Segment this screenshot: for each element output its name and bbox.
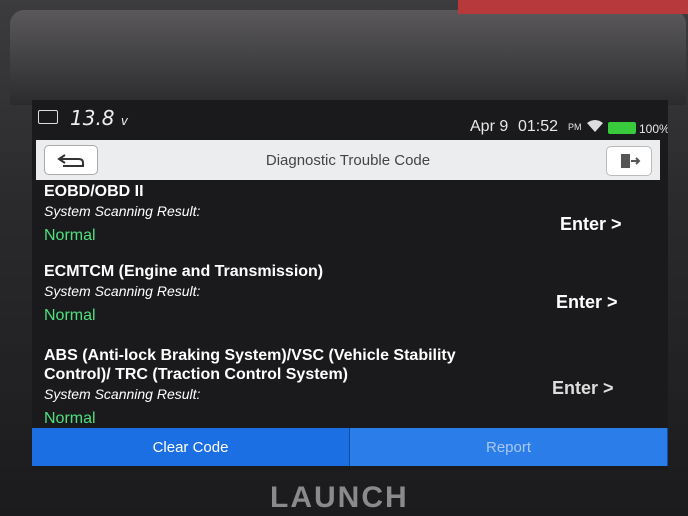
screen: 13.8 v Apr 9 01:52 PM 100% Diagnostic Tr… <box>32 100 668 470</box>
status-date: Apr 9 <box>470 118 509 135</box>
exit-icon <box>621 154 641 168</box>
system-name: ABS (Anti-lock Braking System)/VSC (Vehi… <box>44 347 456 383</box>
system-name: EOBD/OBD II <box>44 183 144 200</box>
footer-bar: Clear Code Report <box>32 428 668 466</box>
obd-battery-icon <box>38 110 58 124</box>
clear-code-button[interactable]: Clear Code <box>32 428 350 466</box>
enter-button-abs[interactable]: Enter > <box>552 378 614 399</box>
title-bar: Diagnostic Trouble Code <box>36 140 660 180</box>
tablet-device: 13.8 v Apr 9 01:52 PM 100% Diagnostic Tr… <box>0 0 688 516</box>
brand-logo: LAUNCH <box>270 481 409 514</box>
status-ampm: PM <box>568 122 582 132</box>
status-time: 01:52 <box>518 118 559 135</box>
battery-percent: 100% <box>639 122 668 136</box>
battery-voltage: 13.8 v <box>70 106 128 130</box>
scan-result-label: System Scanning Result: <box>44 386 201 402</box>
list-item: ABS (Anti-lock Braking System)/VSC (Vehi… <box>44 346 524 428</box>
scan-status: Normal <box>44 410 96 427</box>
system-name: ECMTCM (Engine and Transmission) <box>44 263 324 280</box>
report-button[interactable]: Report <box>350 428 668 466</box>
exit-button[interactable] <box>606 146 652 176</box>
device-bezel-top <box>10 10 686 105</box>
device-red-edge <box>458 0 688 14</box>
wifi-icon <box>587 120 603 132</box>
battery-icon <box>608 122 636 134</box>
page-title: Diagnostic Trouble Code <box>265 152 431 169</box>
enter-button-obd[interactable]: Enter > <box>560 214 622 235</box>
status-bar: 13.8 v Apr 9 01:52 PM 100% <box>32 100 668 138</box>
enter-button-ecmtcm[interactable]: Enter > <box>556 292 618 313</box>
